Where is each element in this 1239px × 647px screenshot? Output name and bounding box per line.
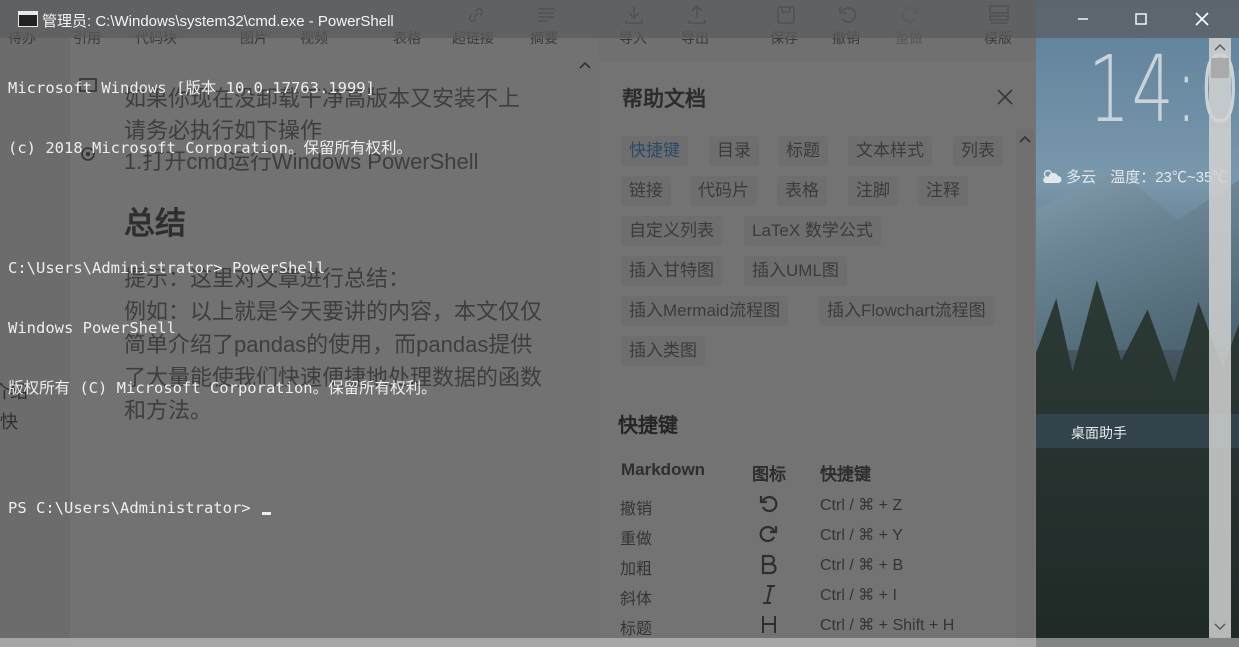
text-cursor [261, 512, 271, 515]
row-keys: Ctrl / ⌘ + B [820, 557, 904, 574]
chip-shortcuts[interactable]: 快捷键 [621, 136, 688, 166]
row-name: 标题 [620, 621, 653, 638]
minimize-icon [1078, 18, 1088, 20]
cloud-sun-icon [1043, 169, 1062, 183]
redo-icon [759, 525, 778, 543]
scroll-up-arrow-icon[interactable] [1213, 42, 1227, 52]
desktop-weather: 多云 温度：23℃~35℃ [1040, 166, 1227, 187]
row-name: 加粗 [620, 561, 653, 578]
chip-toc[interactable]: 目录 [709, 136, 759, 166]
chip-list[interactable]: 列表 [953, 136, 1003, 166]
col-header-icon: 图标 [752, 465, 786, 484]
console-line: C:\Users\Administrator> PowerShell [8, 259, 326, 277]
undo-icon [759, 495, 778, 513]
chip-footnote[interactable]: 注脚 [848, 176, 898, 206]
row-name: 重做 [620, 531, 653, 548]
chip-code[interactable]: 代码片 [690, 176, 757, 206]
chip-text-style[interactable]: 文本样式 [848, 136, 932, 166]
row-name: 斜体 [620, 591, 653, 608]
close-window-button[interactable] [1172, 0, 1232, 38]
weather-text: 多云 [1066, 169, 1097, 186]
console-line: 版权所有 (C) Microsoft Corporation。保留所有权利。 [8, 379, 437, 397]
close-icon[interactable] [994, 86, 1016, 108]
chip-heading[interactable]: 标题 [778, 136, 828, 166]
chip-uml[interactable]: 插入UML图 [744, 256, 847, 286]
col-header-shortcut: 快捷键 [820, 465, 871, 484]
bold-icon [761, 554, 777, 575]
doc-scroll-up-icon[interactable] [578, 60, 592, 70]
cmd-scrollbar[interactable] [1209, 38, 1231, 638]
console-output[interactable]: Microsoft Windows [版本 10.0.17763.1999] (… [8, 38, 437, 538]
chip-comment[interactable]: 注释 [918, 176, 968, 206]
chip-link[interactable]: 链接 [621, 176, 671, 206]
chip-flowchart[interactable]: 插入Flowchart流程图 [819, 296, 994, 326]
console-line: (c) 2018 Microsoft Corporation。保留所有权利。 [8, 139, 412, 157]
cmd-app-icon [18, 11, 38, 27]
chip-mermaid[interactable]: 插入Mermaid流程图 [621, 296, 789, 326]
close-icon [1195, 12, 1209, 26]
chip-class-diagram[interactable]: 插入类图 [621, 336, 705, 366]
row-name: 撤销 [620, 501, 653, 518]
console-prompt: PS C:\Users\Administrator> [8, 499, 260, 517]
row-keys: Ctrl / ⌘ + Z [820, 497, 903, 514]
shortcuts-section-title: 快捷键 [618, 415, 678, 437]
chip-custom-list[interactable]: 自定义列表 [621, 216, 722, 246]
maximize-button[interactable] [1112, 0, 1172, 38]
scroll-thumb[interactable] [1211, 58, 1229, 78]
cmd-window-title: 管理员: C:\Windows\system32\cmd.exe - Power… [42, 13, 394, 30]
cmd-bottom-edge [0, 638, 1239, 647]
italic-icon [763, 585, 775, 604]
desktop-helper-label: 桌面助手 [1071, 425, 1127, 441]
help-scrollbar[interactable] [1016, 130, 1034, 647]
chip-latex[interactable]: LaTeX 数学公式 [744, 216, 881, 246]
help-title: 帮助文档 [622, 88, 706, 111]
scroll-down-arrow-icon[interactable] [1213, 622, 1227, 632]
console-line: Windows PowerShell [8, 319, 176, 337]
maximize-icon [1135, 13, 1147, 25]
cmd-title-bar[interactable]: 管理员: C:\Windows\system32\cmd.exe - Power… [0, 0, 1239, 38]
row-keys: Ctrl / ⌘ + Y [820, 527, 903, 544]
col-header-markdown: Markdown [621, 460, 706, 479]
scroll-up-icon[interactable] [1019, 134, 1031, 144]
console-line: Microsoft Windows [版本 10.0.17763.1999] [8, 79, 375, 97]
row-keys: Ctrl / ⌘ + Shift + H [820, 617, 955, 634]
row-keys: Ctrl / ⌘ + I [820, 587, 897, 604]
minimize-button[interactable] [1053, 0, 1113, 38]
heading-icon [762, 616, 776, 633]
chip-gantt[interactable]: 插入甘特图 [621, 256, 722, 286]
chip-table[interactable]: 表格 [777, 176, 827, 206]
